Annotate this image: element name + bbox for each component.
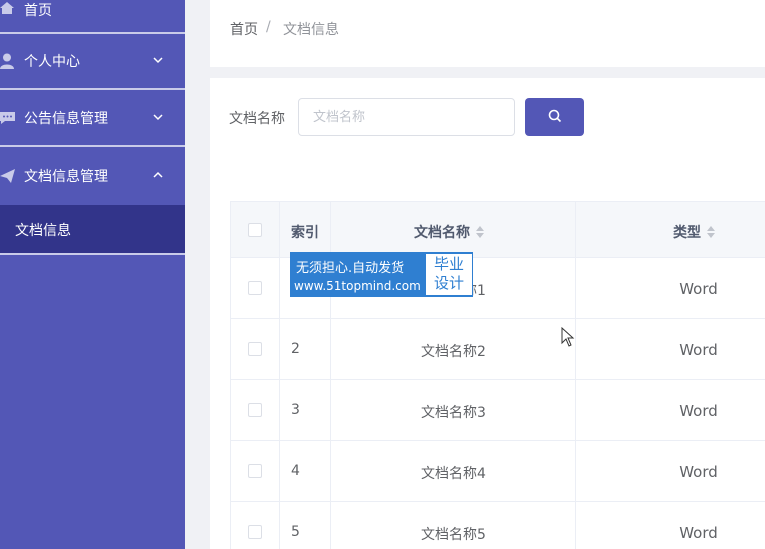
- message-icon: [0, 110, 16, 126]
- row-checkbox[interactable]: [248, 342, 262, 356]
- watermark-line1: 无须担心.自动发货: [296, 261, 405, 276]
- main-content: 文档名称 索引 文档名称 类型 1 文档名称1 Word 2 文档名称2 Wor…: [210, 78, 765, 549]
- cell-type: Word: [679, 280, 718, 298]
- home-icon: [0, 0, 16, 16]
- cell-index: 4: [291, 463, 300, 479]
- send-icon: [0, 168, 16, 184]
- cell-type: Word: [679, 402, 718, 420]
- cell-name: 文档名称2: [421, 344, 486, 360]
- table-row: 3 文档名称3 Word: [230, 380, 765, 441]
- row-checkbox[interactable]: [248, 464, 262, 478]
- cell-index: 2: [291, 341, 300, 357]
- column-header-name[interactable]: 文档名称: [414, 222, 484, 242]
- cell-type: Word: [679, 463, 718, 481]
- chevron-up-icon: [152, 169, 166, 183]
- sort-icon[interactable]: [476, 226, 484, 238]
- chevron-down-icon: [152, 111, 166, 125]
- column-header-type[interactable]: 类型: [673, 222, 715, 242]
- row-checkbox[interactable]: [248, 525, 262, 539]
- select-all-checkbox[interactable]: [248, 223, 262, 237]
- sidebar-item-label: 首页: [24, 3, 52, 19]
- row-checkbox[interactable]: [248, 281, 262, 295]
- search-input[interactable]: [298, 98, 515, 136]
- cell-index: 3: [291, 402, 300, 418]
- sidebar-item-announcement-management[interactable]: 公告信息管理: [0, 91, 185, 147]
- sidebar-item-label: 公告信息管理: [24, 111, 108, 127]
- breadcrumb-home-link[interactable]: 首页: [230, 19, 258, 39]
- watermark-tag: 毕业 设计: [426, 254, 472, 295]
- sort-icon[interactable]: [707, 226, 715, 238]
- table-row: 2 文档名称2 Word: [230, 319, 765, 380]
- sidebar-item-label: 文档信息管理: [24, 169, 108, 185]
- cell-name: 文档名称5: [421, 527, 486, 543]
- breadcrumb-current: 文档信息: [283, 22, 339, 38]
- user-icon: [0, 53, 16, 69]
- column-header-index: 索引: [291, 225, 319, 241]
- sidebar-item-home[interactable]: 首页: [0, 0, 185, 34]
- breadcrumb-separator: /: [266, 19, 271, 35]
- search-icon: [548, 109, 562, 126]
- column-divider: [279, 201, 280, 549]
- sidebar-item-document-management[interactable]: 文档信息管理: [0, 148, 185, 204]
- search-label: 文档名称: [229, 111, 285, 127]
- watermark-line2: www.51topmind.com: [294, 279, 421, 293]
- cell-index: 5: [291, 524, 300, 540]
- chevron-down-icon: [152, 54, 166, 68]
- table-row: 5 文档名称5 Word: [230, 502, 765, 549]
- column-divider: [575, 201, 576, 549]
- search-button[interactable]: [525, 98, 584, 136]
- cursor-icon: [561, 326, 575, 351]
- table-header: 索引 文档名称 类型: [230, 201, 765, 258]
- breadcrumb: 首页 / 文档信息: [210, 0, 765, 67]
- sidebar: 首页 个人中心 公告信息管理 文档信息管理 文档信息: [0, 0, 185, 549]
- table-row: 4 文档名称4 Word: [230, 441, 765, 502]
- cell-name: 文档名称4: [421, 466, 486, 482]
- sidebar-subitem-label: 文档信息: [15, 223, 71, 239]
- cell-name: 文档名称3: [421, 405, 486, 421]
- sidebar-item-personal-center[interactable]: 个人中心: [0, 34, 185, 90]
- cell-type: Word: [679, 341, 718, 359]
- watermark-badge: 无须担心.自动发货 www.51topmind.com 毕业 设计: [290, 252, 473, 297]
- cell-type: Word: [679, 524, 718, 542]
- sidebar-item-label: 个人中心: [24, 54, 80, 70]
- row-checkbox[interactable]: [248, 403, 262, 417]
- sidebar-subitem-document-info[interactable]: 文档信息: [0, 205, 185, 255]
